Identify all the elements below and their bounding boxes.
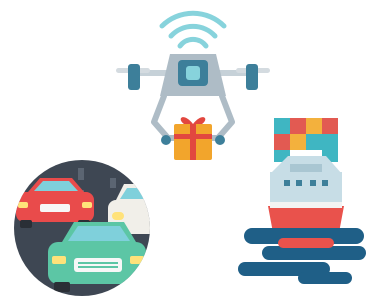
gift-box-icon <box>174 117 212 160</box>
container-ship-icon <box>238 114 372 290</box>
illustration-canvas <box>0 0 374 301</box>
water-waves-icon <box>238 228 366 284</box>
wifi-signal-icon <box>159 10 227 49</box>
traffic-jam-icon <box>12 158 152 298</box>
containers <box>274 118 338 162</box>
